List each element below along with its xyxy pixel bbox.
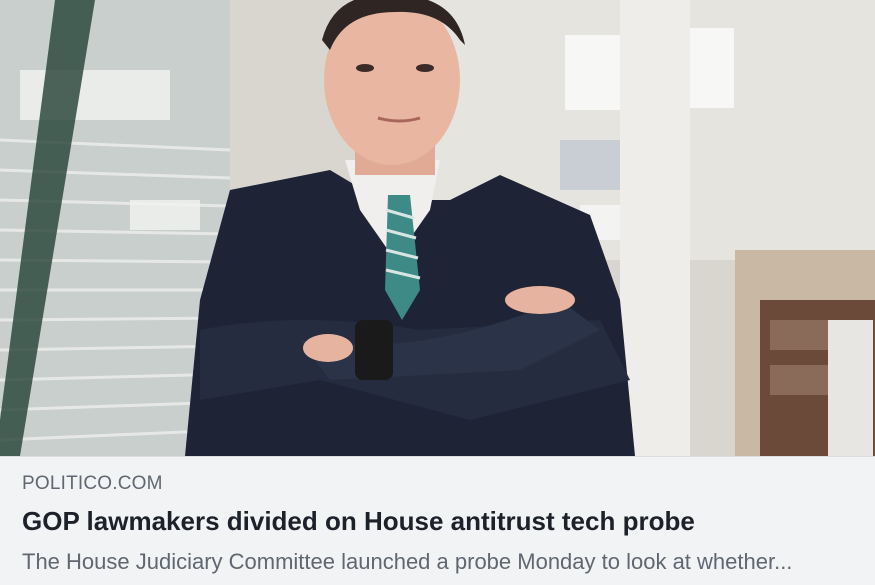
article-headline[interactable]: GOP lawmakers divided on House antitrust…: [22, 506, 862, 537]
article-description: The House Judiciary Committee launched a…: [22, 549, 793, 574]
source-domain: POLITICO.COM: [22, 473, 163, 494]
article-photo-illustration: [0, 0, 875, 456]
link-preview-meta[interactable]: POLITICO.COM GOP lawmakers divided on Ho…: [0, 456, 875, 585]
link-preview-card[interactable]: POLITICO.COM GOP lawmakers divided on Ho…: [0, 0, 875, 585]
article-photo[interactable]: [0, 0, 875, 456]
